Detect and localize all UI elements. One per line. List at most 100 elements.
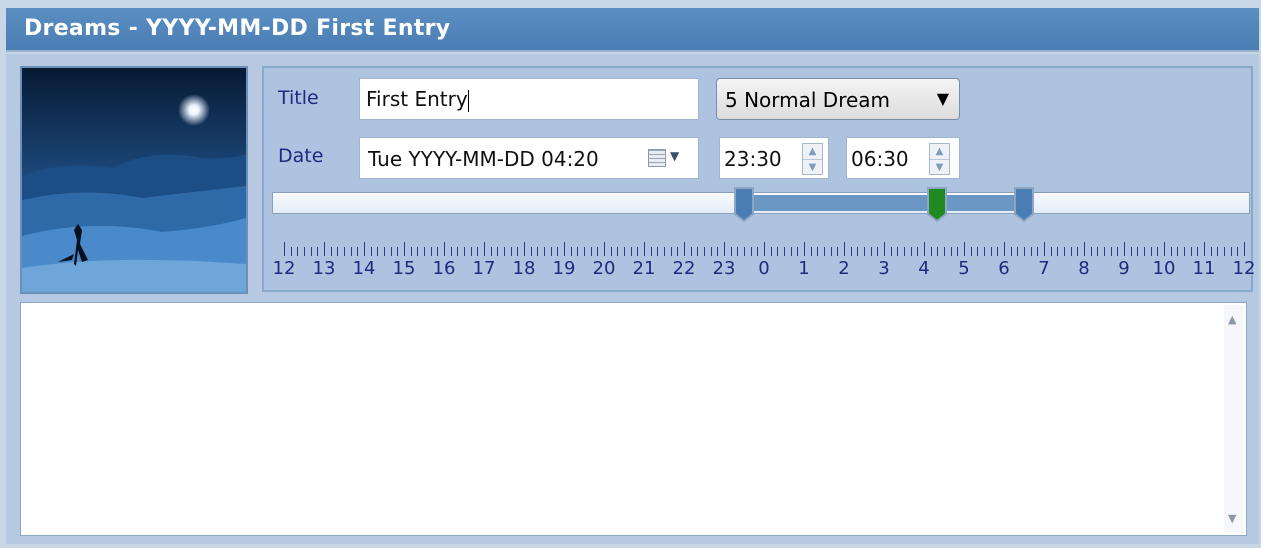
ruler-tick (1137, 247, 1139, 256)
hour-label: 2 (838, 258, 850, 279)
ruler-tick (837, 247, 839, 256)
title-input[interactable]: First Entry (359, 78, 699, 120)
ruler-tick (784, 247, 785, 256)
hour-label: 11 (1192, 258, 1216, 279)
entry-panel: Title First Entry 5 Normal Dream ▼ Date … (6, 54, 1259, 544)
ruler-tick (464, 247, 465, 256)
ruler-tick (644, 242, 645, 256)
hour-label: 18 (512, 258, 536, 279)
hour-label: 0 (758, 258, 770, 279)
ruler-tick (670, 247, 672, 256)
ruler-tick (350, 247, 352, 256)
ruler-tick (537, 247, 539, 256)
ruler-tick (1070, 247, 1072, 256)
event-thumb[interactable] (926, 186, 948, 222)
window-title: Dreams - YYYY-MM-DD First Entry (24, 16, 451, 41)
date-dropdown-icon[interactable]: ▼ (670, 149, 679, 163)
ruler-tick (470, 247, 472, 256)
ruler-tick (564, 242, 565, 256)
notes-area[interactable]: ▲ ▼ (20, 302, 1247, 536)
ruler-tick (924, 242, 925, 256)
ruler-tick (444, 242, 445, 256)
dream-photo[interactable] (20, 66, 248, 294)
hour-label: 20 (592, 258, 616, 279)
ruler-tick (624, 247, 625, 256)
ruler-tick (697, 247, 699, 256)
ruler-tick (690, 247, 692, 256)
spin-up-icon[interactable]: ▲ (930, 144, 949, 160)
hour-label: 8 (1078, 258, 1090, 279)
ruler-tick (617, 247, 619, 256)
scroll-down-icon[interactable]: ▼ (1228, 512, 1236, 525)
end-thumb[interactable] (1013, 186, 1035, 222)
ruler-tick (1017, 247, 1019, 256)
hour-label: 15 (392, 258, 416, 279)
end-time-value: 06:30 (851, 147, 909, 171)
ruler-tick (757, 247, 759, 256)
end-time-spinner[interactable]: ▲ ▼ (929, 143, 950, 175)
ruler-tick (1164, 242, 1165, 256)
ruler-tick (284, 242, 285, 256)
ruler-tick (770, 247, 772, 256)
notes-scrollbar[interactable]: ▲ ▼ (1224, 305, 1244, 533)
ruler-tick (437, 247, 439, 256)
hour-label: 3 (878, 258, 890, 279)
ruler-tick (730, 247, 732, 256)
start-time-spinner[interactable]: ▲ ▼ (802, 143, 823, 175)
ruler-tick (1210, 247, 1212, 256)
ruler-tick (717, 247, 719, 256)
ruler-tick (984, 247, 985, 256)
ruler-tick (1110, 247, 1112, 256)
ruler-tick (304, 247, 305, 256)
spin-down-icon[interactable]: ▼ (803, 160, 822, 175)
ruler-tick (1177, 247, 1179, 256)
end-time-input[interactable]: 06:30 ▲ ▼ (846, 137, 960, 179)
ruler-tick (710, 247, 712, 256)
ruler-tick (337, 247, 339, 256)
ruler-tick (737, 247, 739, 256)
ruler-tick (1010, 247, 1012, 256)
ruler-tick (484, 242, 485, 256)
ruler-tick (557, 247, 559, 256)
ruler-tick (884, 242, 885, 256)
ruler-tick (1004, 242, 1005, 256)
ruler-tick (377, 247, 379, 256)
ruler-tick (1077, 247, 1079, 256)
ruler-tick (490, 247, 492, 256)
calendar-icon[interactable] (648, 149, 666, 167)
ruler-tick (677, 247, 679, 256)
ruler-tick (457, 247, 459, 256)
timeline-track[interactable] (272, 192, 1250, 214)
spin-up-icon[interactable]: ▲ (803, 144, 822, 160)
ruler-tick (1197, 247, 1199, 256)
date-picker[interactable]: Tue YYYY-MM-DD 04:20 ▼ (359, 137, 699, 179)
ruler-tick (604, 242, 605, 256)
ruler-tick (1030, 247, 1032, 256)
ruler-tick (790, 247, 792, 256)
ruler-tick (850, 247, 852, 256)
ruler-tick (504, 247, 505, 256)
ruler-tick (930, 247, 932, 256)
start-time-value: 23:30 (724, 147, 782, 171)
ruler-tick (950, 247, 952, 256)
scroll-up-icon[interactable]: ▲ (1228, 313, 1236, 326)
start-thumb[interactable] (733, 186, 755, 222)
ruler-tick (704, 247, 705, 256)
ruler-tick (1124, 242, 1125, 256)
start-time-input[interactable]: 23:30 ▲ ▼ (719, 137, 829, 179)
ruler-tick (364, 242, 365, 256)
ruler-tick (324, 242, 325, 256)
ruler-tick (310, 247, 312, 256)
spin-down-icon[interactable]: ▼ (930, 160, 949, 175)
hour-label: 22 (672, 258, 696, 279)
ruler-tick (1157, 247, 1159, 256)
ruler-tick (1050, 247, 1052, 256)
ruler-tick (1097, 247, 1099, 256)
hour-label: 6 (998, 258, 1010, 279)
date-label: Date (278, 145, 324, 167)
hour-label: 17 (472, 258, 496, 279)
ruler-tick (997, 247, 999, 256)
dream-type-select[interactable]: 5 Normal Dream ▼ (716, 78, 960, 120)
dream-type-value: 5 Normal Dream (725, 88, 891, 112)
ruler-tick (317, 247, 319, 256)
